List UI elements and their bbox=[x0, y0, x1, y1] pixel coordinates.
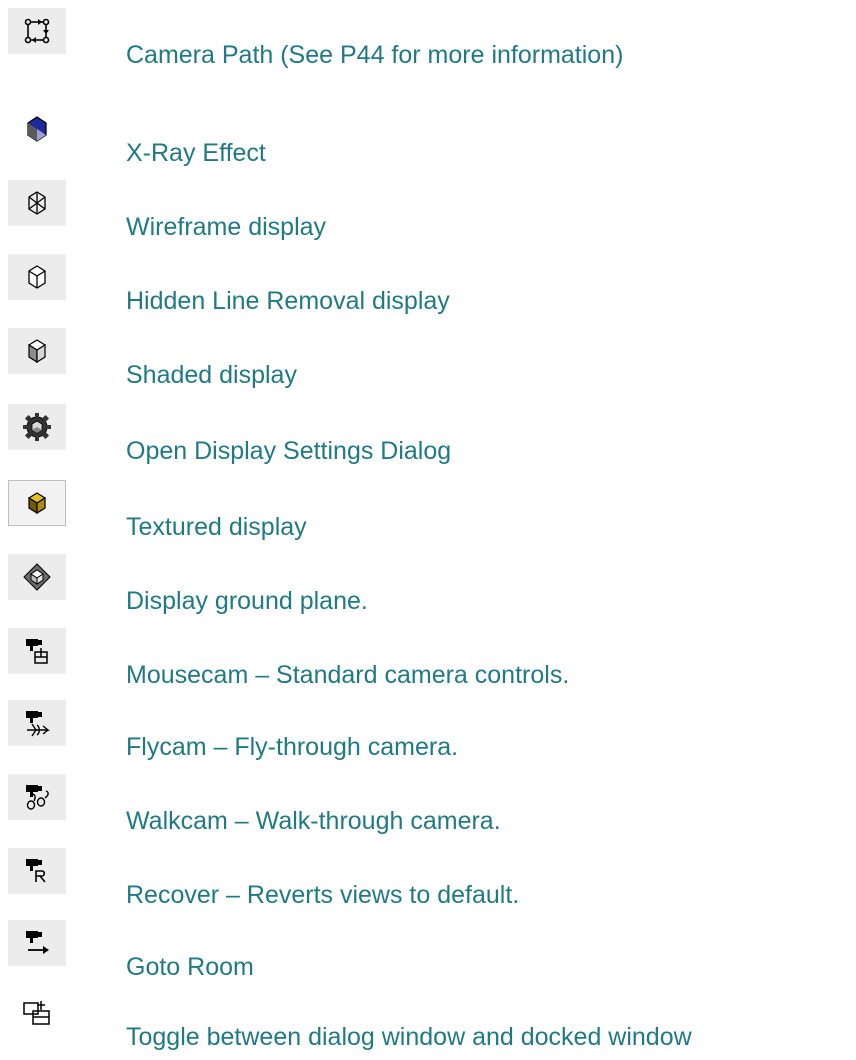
list-item: Recover – Reverts views to default. bbox=[0, 848, 856, 918]
goto-room-label: Goto Room bbox=[126, 953, 254, 981]
list-item: Hidden Line Removal display bbox=[0, 254, 856, 324]
hidden-line-button[interactable] bbox=[8, 254, 66, 300]
list-item: Open Display Settings Dialog bbox=[0, 404, 856, 474]
walkcam-icon bbox=[26, 785, 49, 810]
textured-icon bbox=[27, 492, 47, 515]
walkcam-button[interactable] bbox=[8, 774, 66, 820]
camera-path-icon bbox=[24, 18, 50, 44]
list-item: Camera Path (See P44 for more informatio… bbox=[0, 8, 856, 78]
wireframe-button[interactable] bbox=[8, 180, 66, 226]
recover-icon bbox=[26, 859, 46, 883]
xray-effect-button[interactable] bbox=[8, 106, 66, 152]
shaded-label: Shaded display bbox=[126, 361, 297, 389]
mousecam-icon bbox=[26, 639, 48, 664]
list-item: Goto Room bbox=[0, 920, 856, 990]
ground-plane-icon bbox=[23, 563, 51, 591]
recover-button[interactable] bbox=[8, 848, 66, 894]
xray-effect-label: X-Ray Effect bbox=[126, 139, 266, 167]
list-item: X-Ray Effect bbox=[0, 106, 856, 176]
list-item: Flycam – Fly-through camera. bbox=[0, 700, 856, 770]
list-item: Mousecam – Standard camera controls. bbox=[0, 628, 856, 698]
list-item: Shaded display bbox=[0, 328, 856, 398]
camera-path-label: Camera Path (See P44 for more informatio… bbox=[126, 41, 624, 69]
flycam-icon bbox=[26, 711, 50, 737]
recover-label: Recover – Reverts views to default. bbox=[126, 881, 520, 909]
display-settings-button[interactable] bbox=[8, 404, 66, 450]
display-settings-icon bbox=[23, 413, 51, 441]
shaded-button[interactable] bbox=[8, 328, 66, 374]
mousecam-button[interactable] bbox=[8, 628, 66, 674]
list-item: Walkcam – Walk-through camera. bbox=[0, 774, 856, 844]
wireframe-icon bbox=[28, 191, 46, 215]
toggle-dock-icon bbox=[23, 1001, 50, 1025]
hidden-line-label: Hidden Line Removal display bbox=[126, 287, 450, 315]
toggle-dock-label: Toggle between dialog window and docked … bbox=[126, 1023, 692, 1051]
flycam-label: Flycam – Fly-through camera. bbox=[126, 733, 459, 761]
goto-room-icon bbox=[26, 931, 49, 954]
ground-plane-label: Display ground plane. bbox=[126, 587, 368, 615]
display-settings-label: Open Display Settings Dialog bbox=[126, 437, 452, 465]
textured-label: Textured display bbox=[126, 513, 307, 541]
toggle-dock-button[interactable] bbox=[8, 990, 66, 1036]
textured-button[interactable] bbox=[8, 480, 66, 526]
ground-plane-button[interactable] bbox=[8, 554, 66, 600]
shaded-icon bbox=[27, 339, 47, 364]
hidden-line-icon bbox=[28, 265, 46, 289]
xray-effect-icon bbox=[27, 116, 47, 142]
walkcam-label: Walkcam – Walk-through camera. bbox=[126, 807, 501, 835]
goto-room-button[interactable] bbox=[8, 920, 66, 966]
list-item: Wireframe display bbox=[0, 180, 856, 250]
flycam-button[interactable] bbox=[8, 700, 66, 746]
camera-path-button[interactable] bbox=[8, 8, 66, 54]
wireframe-label: Wireframe display bbox=[126, 213, 327, 241]
list-item: Textured display bbox=[0, 480, 856, 550]
list-item: Toggle between dialog window and docked … bbox=[0, 990, 856, 1060]
list-item: Display ground plane. bbox=[0, 554, 856, 624]
mousecam-label: Mousecam – Standard camera controls. bbox=[126, 661, 570, 689]
